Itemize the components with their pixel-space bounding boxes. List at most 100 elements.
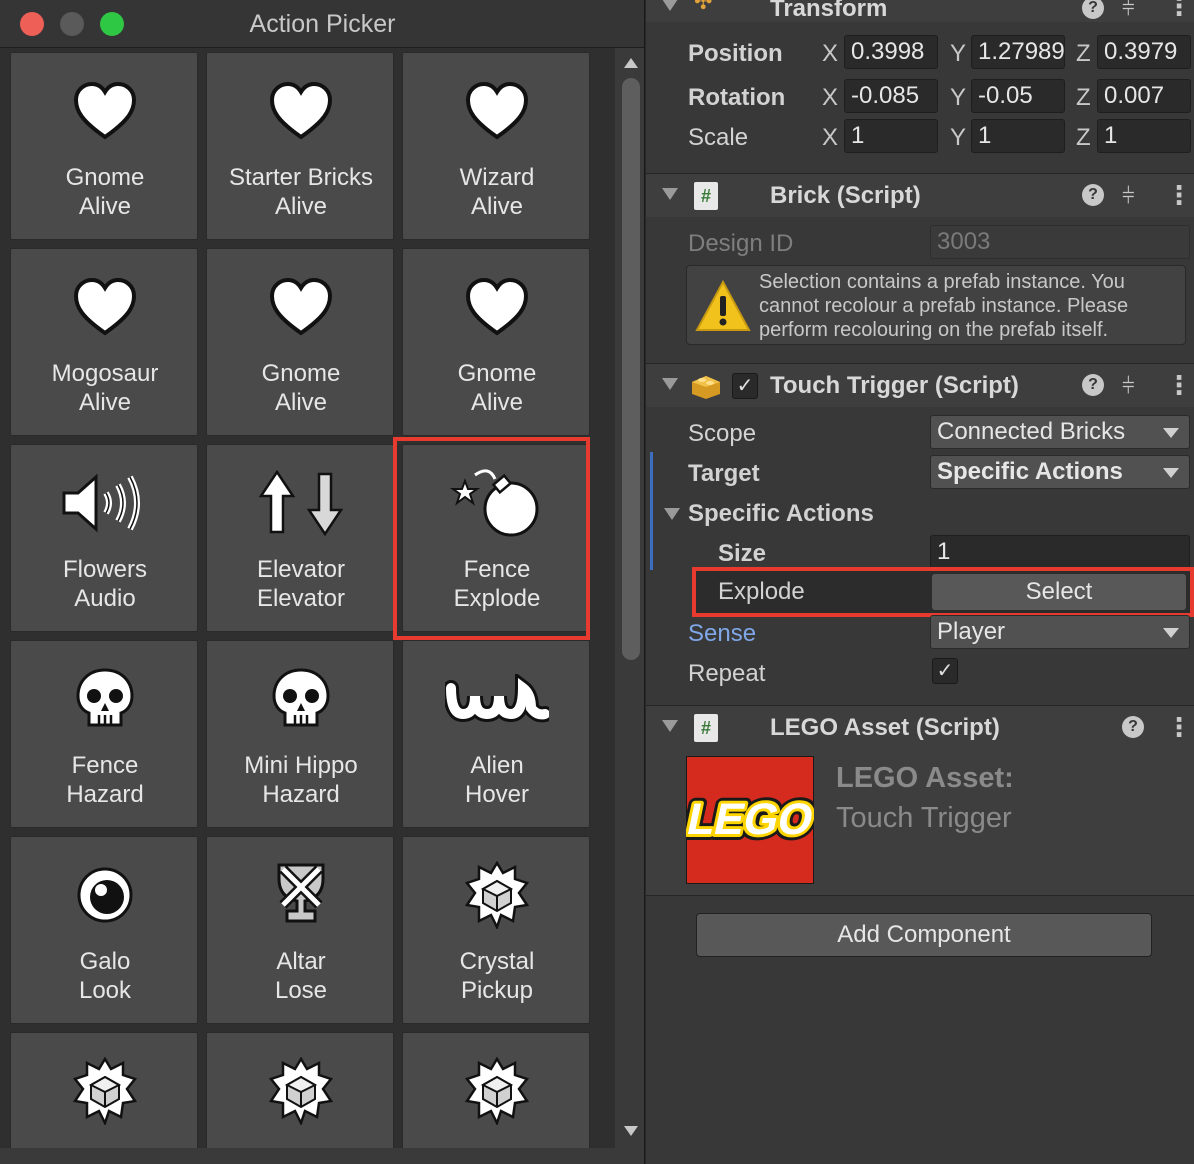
heart-icon bbox=[403, 267, 591, 347]
action-cell[interactable]: Mini Hippo Hazard bbox=[206, 640, 394, 828]
repeat-checkbox[interactable]: ✓ bbox=[932, 658, 958, 684]
action-cell[interactable] bbox=[402, 1032, 590, 1148]
dropdown-caret-icon bbox=[1163, 628, 1179, 638]
action-cell-label: Gnome Alive bbox=[207, 359, 395, 417]
touch-trigger-enabled-checkbox[interactable]: ✓ bbox=[732, 373, 758, 399]
scroll-up-arrow-icon[interactable] bbox=[624, 58, 638, 68]
action-cell[interactable]: Altar Lose bbox=[206, 836, 394, 1024]
component-menu-icon[interactable]: ⋮ bbox=[1166, 180, 1192, 211]
help-icon[interactable]: ? bbox=[1082, 374, 1104, 396]
action-cell-label: Gnome Alive bbox=[11, 163, 199, 221]
size-field[interactable]: 1 bbox=[930, 535, 1190, 569]
transform-icon: ✣ bbox=[694, 0, 713, 14]
position-x-label[interactable]: X bbox=[822, 40, 838, 68]
action-type-name: Alive bbox=[274, 193, 328, 220]
lego-asset-header[interactable]: # LEGO Asset (Script) ? ⋮ bbox=[646, 705, 1194, 749]
dropdown-caret-icon bbox=[1163, 468, 1179, 478]
position-z-label[interactable]: Z bbox=[1076, 40, 1091, 68]
presets-icon[interactable]: ⫩ bbox=[1122, 373, 1135, 399]
action-cell[interactable]: Crystal Pickup bbox=[402, 836, 590, 1024]
position-y-field[interactable]: 1.27989 bbox=[971, 35, 1065, 69]
action-cell[interactable] bbox=[206, 1032, 394, 1148]
fold-arrow-icon[interactable] bbox=[662, 378, 678, 390]
action-cell[interactable]: Mogosaur Alive bbox=[10, 248, 198, 436]
action-type-name: Alive bbox=[470, 389, 524, 416]
action-cell[interactable]: Galo Look bbox=[10, 836, 198, 1024]
lego-asset-heading: LEGO Asset: bbox=[836, 762, 1014, 794]
help-icon[interactable]: ? bbox=[1082, 184, 1104, 206]
fold-arrow-icon[interactable] bbox=[662, 720, 678, 732]
position-y-label[interactable]: Y bbox=[950, 40, 966, 68]
action-cell[interactable]: Starter Bricks Alive bbox=[206, 52, 394, 240]
fold-arrow-icon[interactable] bbox=[662, 188, 678, 200]
add-component-button[interactable]: Add Component bbox=[696, 913, 1152, 957]
transform-header[interactable]: ✣ Transform ? ⫩ ⋮ bbox=[646, 0, 1194, 22]
action-cell[interactable]: Elevator Elevator bbox=[206, 444, 394, 632]
heart-icon bbox=[207, 267, 395, 347]
specific-actions-fold-icon[interactable] bbox=[664, 508, 680, 520]
help-icon[interactable]: ? bbox=[1082, 0, 1104, 19]
action-cell[interactable]: Wizard Alive bbox=[402, 52, 590, 240]
action-type-name: Hazard bbox=[262, 781, 340, 808]
sense-dropdown[interactable]: Player bbox=[930, 615, 1190, 649]
repeat-label: Repeat bbox=[688, 660, 766, 687]
scale-z-field[interactable]: 1 bbox=[1097, 119, 1191, 153]
scrollbar-thumb[interactable] bbox=[622, 78, 640, 660]
picker-bottom-bar bbox=[0, 1148, 644, 1164]
fold-arrow-icon[interactable] bbox=[662, 0, 678, 11]
rotation-x-field[interactable]: -0.085 bbox=[844, 79, 938, 113]
svg-text:LEGO: LEGO bbox=[686, 795, 814, 843]
action-object-name: Fence bbox=[71, 752, 139, 779]
action-cell-label: Fence Hazard bbox=[11, 751, 199, 809]
action-cell[interactable]: Gnome Alive bbox=[206, 248, 394, 436]
action-type-name: Alive bbox=[78, 193, 132, 220]
scale-x-field[interactable]: 1 bbox=[844, 119, 938, 153]
scale-label: Scale bbox=[688, 124, 749, 151]
action-cell[interactable] bbox=[10, 1032, 198, 1148]
scroll-down-arrow-icon[interactable] bbox=[624, 1126, 638, 1136]
position-x-field[interactable]: 0.3998 bbox=[844, 35, 938, 69]
action-object-name: Gnome bbox=[457, 360, 537, 387]
brick-script-header[interactable]: # Brick (Script) ? ⫩ ⋮ bbox=[646, 173, 1194, 217]
action-cell[interactable]: Gnome Alive bbox=[10, 52, 198, 240]
component-menu-icon[interactable]: ⋮ bbox=[1166, 0, 1192, 22]
scale-z-label[interactable]: Z bbox=[1076, 124, 1091, 152]
help-icon[interactable]: ? bbox=[1122, 716, 1144, 738]
action-cell-label: Mini Hippo Hazard bbox=[207, 751, 395, 809]
scale-y-field[interactable]: 1 bbox=[971, 119, 1065, 153]
action-object-name: Gnome bbox=[261, 360, 341, 387]
target-label: Target bbox=[688, 460, 760, 487]
lego-logo: LEGO LEGO LEGO bbox=[686, 756, 814, 884]
vertical-scrollbar[interactable] bbox=[616, 48, 644, 1148]
touch-trigger-header[interactable]: ✓ Touch Trigger (Script) ? ⫩ ⋮ bbox=[646, 363, 1194, 407]
component-menu-icon[interactable]: ⋮ bbox=[1166, 370, 1192, 401]
rotation-y-label[interactable]: Y bbox=[950, 84, 966, 112]
speaker-icon bbox=[11, 463, 199, 543]
rotation-z-field[interactable]: 0.007 bbox=[1097, 79, 1191, 113]
action-cell-label: Starter Bricks Alive bbox=[207, 163, 395, 221]
lego-asset-subheading: Touch Trigger bbox=[836, 802, 1012, 834]
position-z-field[interactable]: 0.3979 bbox=[1097, 35, 1191, 69]
action-cell[interactable]: Gnome Alive bbox=[402, 248, 590, 436]
component-menu-icon[interactable]: ⋮ bbox=[1166, 712, 1192, 743]
action-type-name: Alive bbox=[78, 389, 132, 416]
rotation-y-field[interactable]: -0.05 bbox=[971, 79, 1065, 113]
specific-actions-label[interactable]: Specific Actions bbox=[688, 500, 874, 528]
position-label: Position bbox=[688, 40, 783, 67]
sense-value: Player bbox=[937, 618, 1006, 645]
presets-icon[interactable]: ⫩ bbox=[1122, 183, 1135, 209]
rotation-label: Rotation bbox=[688, 84, 786, 111]
action-cell[interactable]: Flowers Audio bbox=[10, 444, 198, 632]
modified-accent-bar bbox=[650, 452, 653, 570]
scope-dropdown[interactable]: Connected Bricks bbox=[930, 415, 1190, 449]
selected-action-highlight bbox=[393, 437, 590, 640]
action-cell[interactable]: Alien Hover bbox=[402, 640, 590, 828]
presets-icon[interactable]: ⫩ bbox=[1122, 0, 1135, 21]
rotation-x-label[interactable]: X bbox=[822, 84, 838, 112]
design-id-field: 3003 bbox=[930, 225, 1190, 259]
action-cell[interactable]: Fence Hazard bbox=[10, 640, 198, 828]
scale-y-label[interactable]: Y bbox=[950, 124, 966, 152]
scale-x-label[interactable]: X bbox=[822, 124, 838, 152]
target-dropdown[interactable]: Specific Actions bbox=[930, 455, 1190, 489]
rotation-z-label[interactable]: Z bbox=[1076, 84, 1091, 112]
